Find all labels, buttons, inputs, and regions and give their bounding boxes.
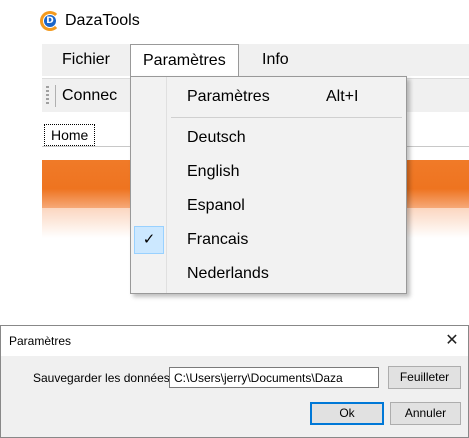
save-path-input[interactable]: [169, 367, 379, 388]
toolbar-separator: [55, 85, 56, 107]
menu-file[interactable]: Fichier: [50, 44, 122, 76]
dialog-titlebar: Paramètres ✕: [1, 326, 468, 356]
parametres-dropdown: Paramètres Alt+I Deutsch English Espanol…: [130, 76, 407, 294]
menu-item-parametres[interactable]: Paramètres Alt+I: [131, 80, 406, 114]
dialog-title: Paramètres: [9, 334, 72, 348]
app-title: DazaTools: [65, 12, 140, 29]
menu-info[interactable]: Info: [250, 44, 301, 76]
cancel-button[interactable]: Annuler: [390, 402, 461, 425]
dropdown-separator: [171, 117, 402, 118]
menu-item-shortcut: Alt+I: [326, 88, 359, 105]
browse-button[interactable]: Feuilleter: [388, 366, 461, 389]
menu-item-label: Deutsch: [187, 129, 246, 146]
menu-item-label: Paramètres: [187, 88, 270, 105]
menu-item-label: Francais: [187, 231, 249, 248]
app-titlebar: D DazaTools: [40, 8, 140, 34]
settings-dialog: Paramètres ✕ Sauvegarder les données: Fe…: [0, 325, 469, 438]
menu-item-label: Espanol: [187, 197, 245, 214]
menu-item-espanol[interactable]: Espanol: [131, 189, 406, 223]
menu-item-label: Nederlands: [187, 265, 269, 282]
menu-item-english[interactable]: English: [131, 155, 406, 189]
close-icon[interactable]: ✕: [442, 331, 462, 351]
toolbar-grip[interactable]: [46, 86, 49, 106]
menu-item-nederlands[interactable]: Nederlands: [131, 257, 406, 291]
connect-button[interactable]: Connec: [62, 79, 117, 113]
menu-bar: Fichier Paramètres Info: [42, 44, 469, 77]
ok-button[interactable]: Ok: [310, 402, 384, 425]
save-location-label: Sauvegarder les données:: [33, 371, 174, 385]
menu-item-deutsch[interactable]: Deutsch: [131, 121, 406, 155]
checkmark-icon: ✓: [134, 226, 164, 254]
tab-home[interactable]: Home: [44, 124, 96, 146]
menu-parametres[interactable]: Paramètres: [130, 44, 239, 77]
menu-item-label: English: [187, 163, 240, 180]
menu-item-francais[interactable]: ✓ Francais: [131, 223, 406, 257]
daza-logo-icon: D: [40, 11, 60, 31]
